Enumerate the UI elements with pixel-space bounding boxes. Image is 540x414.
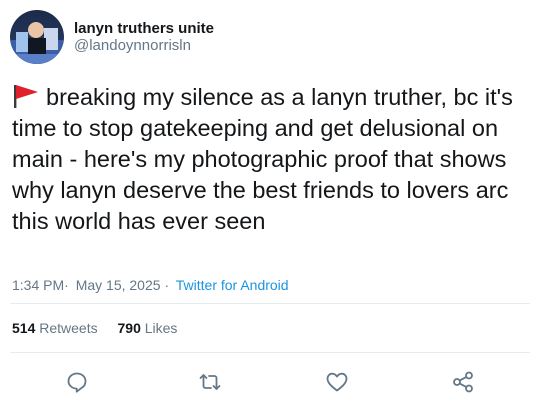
avatar[interactable] (10, 10, 64, 64)
retweets-stat[interactable]: 514 Retweets (12, 320, 98, 336)
likes-stat[interactable]: 790 Likes (118, 320, 178, 336)
likes-label: Likes (144, 320, 178, 336)
tweet-text: breaking my silence as a lanyn truther, … (12, 82, 528, 237)
retweets-label: Retweets (39, 320, 98, 336)
tweet-card: lanyn truthers unite @landoynnorrisln br… (0, 0, 540, 414)
likes-count: 790 (117, 320, 141, 336)
reply-icon (67, 372, 87, 393)
retweet-icon (199, 374, 221, 390)
retweet-button[interactable] (196, 368, 224, 396)
meta-separator: · (164, 277, 170, 293)
user-handle[interactable]: @landoynnorrisln (74, 37, 214, 54)
tweet-date[interactable]: May 15, 2025 (76, 277, 161, 293)
tweet-stats: 514 Retweets 790 Likes (12, 320, 193, 336)
divider (10, 352, 530, 353)
heart-icon (326, 372, 348, 392)
reply-button[interactable] (63, 368, 91, 396)
tweet-actions (0, 368, 540, 400)
share-button[interactable] (449, 368, 477, 396)
tweet-text-content: breaking my silence as a lanyn truther, … (12, 84, 513, 234)
meta-separator: · (64, 277, 69, 293)
divider (10, 303, 530, 304)
tweet-source[interactable]: Twitter for Android (176, 277, 289, 293)
red-flag-icon (12, 84, 40, 108)
tweet-time[interactable]: 1:34 PM (12, 277, 64, 293)
tweet-meta: 1:34 PM· May 15, 2025 · Twitter for Andr… (12, 277, 289, 293)
display-name[interactable]: lanyn truthers unite (74, 20, 214, 37)
retweets-count: 514 (12, 320, 36, 336)
like-button[interactable] (323, 368, 351, 396)
author-names: lanyn truthers unite @landoynnorrisln (74, 20, 214, 54)
tweet-header: lanyn truthers unite @landoynnorrisln (10, 10, 214, 64)
share-icon (453, 371, 473, 393)
